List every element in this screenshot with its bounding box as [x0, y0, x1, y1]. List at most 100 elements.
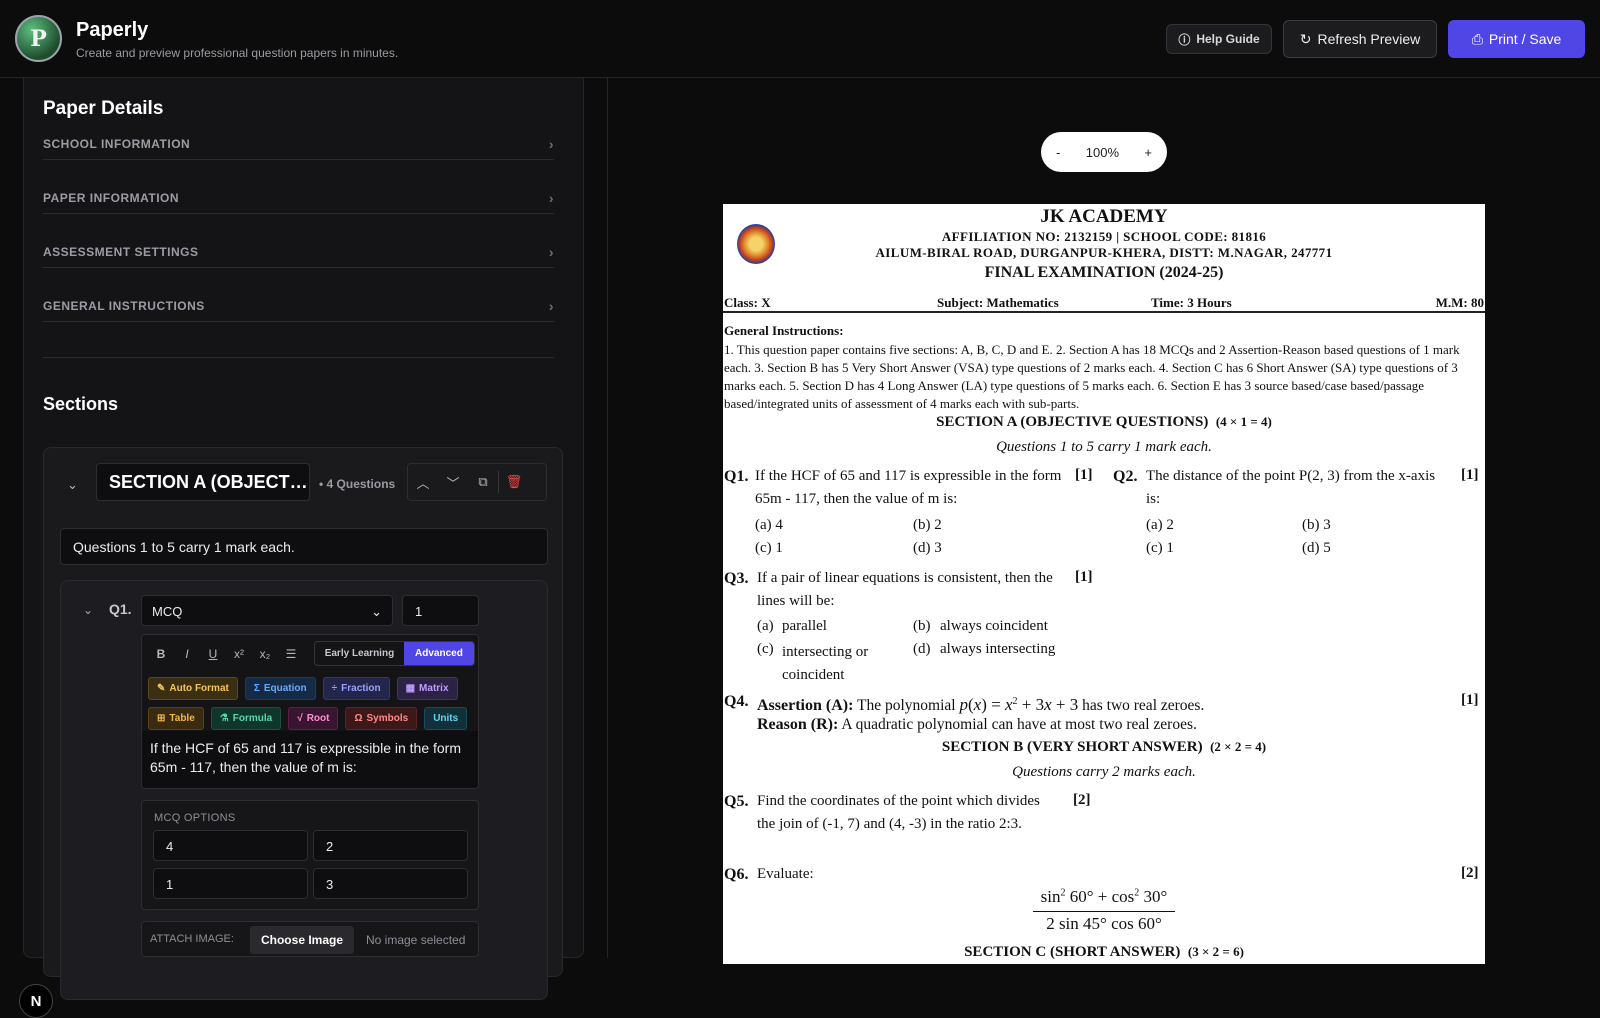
- accordion-school-information[interactable]: SCHOOL INFORMATION ›: [43, 128, 554, 160]
- question-text-editor[interactable]: If the HCF of 65 and 117 is expressible …: [141, 731, 479, 789]
- option-d-input[interactable]: 3: [313, 868, 468, 899]
- section-c-marks: (3 × 2 = 6): [1187, 944, 1244, 959]
- move-up-icon[interactable]: ︿: [408, 473, 438, 492]
- insert-tools: ✎ Auto Format Σ Equation ÷ Fraction ▦ Matrix…: [148, 677, 478, 730]
- bold-icon[interactable]: B: [150, 643, 172, 665]
- fraction-button[interactable]: ÷ Fraction: [322, 677, 390, 700]
- section-a-title: SECTION A (OBJECTIVE QUESTIONS): [936, 414, 1209, 430]
- section-b-marks: (2 × 2 = 4): [1210, 739, 1267, 754]
- flask-icon: ⚗: [219, 713, 229, 724]
- editor-pane: Paper Details SCHOOL INFORMATION › PAPER…: [0, 78, 608, 1018]
- q3-option-a: parallel: [782, 618, 827, 634]
- section-a-instruction: Questions 1 to 5 carry 1 mark each.: [996, 439, 1212, 455]
- q1-text: If the HCF of 65 and 117 is expressible …: [755, 468, 1062, 507]
- duplicate-icon[interactable]: ⧉: [468, 474, 498, 490]
- mcq-options: MCQ OPTIONS 4 2 1 3: [141, 800, 479, 910]
- list-icon[interactable]: ☰: [280, 643, 302, 665]
- table-button[interactable]: ⊞ Table: [148, 707, 204, 730]
- accordion-assessment-settings[interactable]: ASSESSMENT SETTINGS ›: [43, 236, 554, 268]
- option-a-input[interactable]: 4: [153, 830, 308, 861]
- format-buttons: B I U x² x₂ ☰: [150, 643, 302, 665]
- underline-icon[interactable]: U: [202, 643, 224, 665]
- q1-marks: [1]: [1075, 467, 1093, 483]
- q4-number: Q4.: [724, 693, 749, 710]
- q1-number: Q1.: [724, 468, 749, 485]
- print-save-button[interactable]: ⎙ Print / Save: [1448, 20, 1585, 58]
- move-down-icon[interactable]: ﹀: [438, 473, 468, 492]
- units-button[interactable]: Units: [424, 707, 468, 730]
- question-type-select[interactable]: MCQ ⌄: [141, 595, 393, 626]
- section-a-heading: SECTION A (OBJECTIVE QUESTIONS) (4 × 1 =…: [723, 414, 1485, 431]
- section-b-instruction: Questions carry 2 marks each.: [1012, 764, 1196, 780]
- option-c-input[interactable]: 1: [153, 868, 308, 899]
- section-instruction-input[interactable]: Questions 1 to 5 carry 1 mark each.: [60, 528, 548, 565]
- print-label: Print / Save: [1488, 31, 1562, 47]
- n-avatar-badge[interactable]: N: [19, 984, 53, 1018]
- q6-marks: [2]: [1461, 865, 1479, 881]
- mcq-options-label: MCQ OPTIONS: [154, 812, 236, 824]
- equation-button[interactable]: Σ Equation: [244, 677, 316, 700]
- tool-label: Auto Format: [169, 683, 229, 694]
- general-instructions-heading: General Instructions:: [724, 323, 844, 338]
- formula-button[interactable]: ⚗ Formula: [210, 707, 282, 730]
- mode-toggle: Early Learning Advanced: [314, 641, 475, 666]
- q2-option-a: (a) 2: [1146, 517, 1174, 533]
- mode-early-learning[interactable]: Early Learning: [315, 642, 404, 665]
- q3-option-a-label: (a): [757, 618, 774, 634]
- q1-option-c: (c) 1: [755, 540, 783, 556]
- auto-format-button[interactable]: ✎ Auto Format: [148, 677, 238, 700]
- refresh-preview-button[interactable]: ↻ Refresh Preview: [1283, 20, 1437, 58]
- fraction-denominator: 2 sin 45° cos 60°: [1046, 914, 1162, 933]
- delete-icon[interactable]: 🗑: [499, 474, 529, 490]
- tool-label: Table: [169, 713, 195, 724]
- zoom-out-button[interactable]: -: [1056, 145, 1060, 160]
- chevron-down-icon[interactable]: ⌄: [83, 603, 93, 617]
- table-icon: ⊞: [157, 713, 166, 724]
- root-button[interactable]: √ Root: [288, 707, 339, 730]
- attach-image-row: ATTACH IMAGE: Choose Image No image sele…: [141, 921, 479, 957]
- subscript-icon[interactable]: x₂: [254, 643, 276, 665]
- question-paper-preview: JK ACADEMY AFFILIATION NO: 2132159 | SCH…: [723, 204, 1485, 964]
- chevron-down-icon[interactable]: ⌄: [67, 477, 78, 493]
- section-c-heading: SECTION C (SHORT ANSWER) (3 × 2 = 6): [723, 944, 1485, 961]
- accordion-label: PAPER INFORMATION: [43, 190, 180, 205]
- marks-input[interactable]: 1: [402, 595, 479, 626]
- help-guide-button[interactable]: ⓘ Help Guide: [1166, 24, 1272, 54]
- accordion-paper-information[interactable]: PAPER INFORMATION ›: [43, 182, 554, 214]
- choose-image-button[interactable]: Choose Image: [250, 926, 354, 954]
- section-b-heading: SECTION B (VERY SHORT ANSWER) (2 × 2 = 4…: [723, 739, 1485, 756]
- app-header: P Paperly Create and preview professiona…: [0, 0, 1600, 78]
- mode-advanced[interactable]: Advanced: [403, 642, 474, 665]
- affiliation: AFFILIATION NO: 2132159 | SCHOOL CODE: 8…: [941, 229, 1267, 244]
- q3-number: Q3.: [724, 570, 749, 587]
- q4-marks: [1]: [1461, 692, 1479, 708]
- option-b-input[interactable]: 2: [313, 830, 468, 861]
- general-instructions-text: 1. This question paper contains five sec…: [724, 342, 1460, 411]
- tool-label: Fraction: [341, 683, 381, 694]
- school-name: JK ACADEMY: [1040, 206, 1168, 227]
- section-name-input[interactable]: SECTION A (OBJECT…: [96, 463, 310, 501]
- panel-title: Paper Details: [43, 98, 164, 119]
- tool-label: Root: [306, 713, 330, 724]
- chevron-right-icon: ›: [548, 135, 554, 152]
- preview-pane: - 100% + JK ACADEMY AFFILIATION NO: 2132…: [608, 78, 1600, 964]
- chevron-right-icon: ›: [548, 297, 554, 314]
- symbols-button[interactable]: Ω Symbols: [345, 707, 418, 730]
- assertion-post: has two real zeroes.: [1082, 697, 1205, 715]
- zoom-in-button[interactable]: +: [1144, 145, 1152, 160]
- q4-reason: Reason (R): A quadratic polynomial can h…: [757, 713, 1437, 736]
- q2-marks: [1]: [1461, 467, 1479, 483]
- accordion-general-instructions[interactable]: GENERAL INSTRUCTIONS ›: [43, 290, 554, 322]
- q3-text: If a pair of linear equations is consist…: [757, 570, 1053, 609]
- question-card: ⌄ Q1. MCQ ⌄ 1 B I U x² x₂ ☰ Early Learni…: [60, 580, 548, 1000]
- printer-icon: ⎙: [1471, 30, 1483, 47]
- matrix-button[interactable]: ▦ Matrix: [396, 677, 458, 700]
- paper-meta-row: Class: X Subject: Mathematics Time: 3 Ho…: [723, 295, 1485, 313]
- italic-icon[interactable]: I: [176, 643, 198, 665]
- root-icon: √: [297, 713, 303, 724]
- reason-text: A quadratic polynomial can have at most …: [841, 716, 1197, 733]
- superscript-icon[interactable]: x²: [228, 643, 250, 665]
- q3-option-b-label: (b): [913, 618, 931, 634]
- accordion-label: GENERAL INSTRUCTIONS: [43, 298, 205, 313]
- refresh-label: Refresh Preview: [1317, 31, 1421, 47]
